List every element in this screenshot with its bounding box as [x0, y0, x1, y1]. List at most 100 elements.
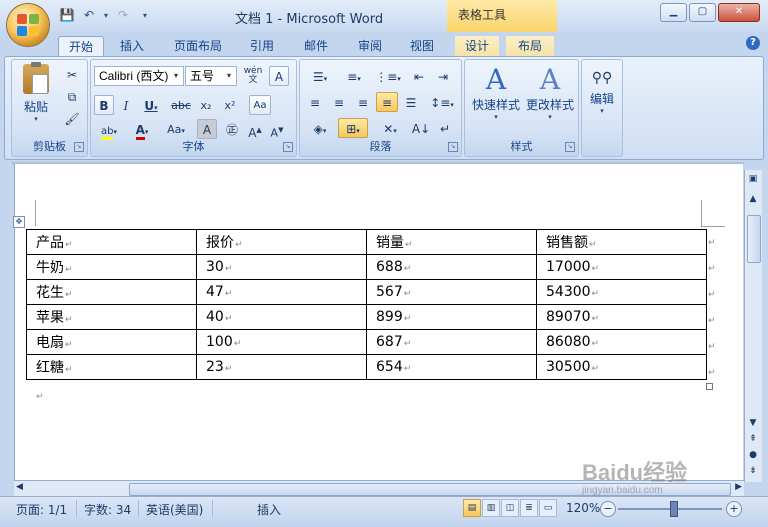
tab-insert[interactable]: 插入	[112, 36, 152, 57]
draft-icon[interactable]: ▭	[539, 499, 557, 517]
table-cell[interactable]: 苹果↵	[26, 304, 197, 330]
table-cell[interactable]: 687↵	[366, 329, 537, 355]
phonetic-guide-icon[interactable]: wén 文	[241, 66, 265, 86]
table-resize-handle[interactable]	[706, 383, 713, 390]
tab-view[interactable]: 视图	[402, 36, 442, 57]
table-cell[interactable]: 30↵	[196, 254, 367, 280]
tab-page-layout[interactable]: 页面布局	[168, 36, 228, 57]
tab-design[interactable]: 设计	[455, 36, 499, 57]
italic-icon[interactable]: I	[116, 95, 136, 115]
language-indicator[interactable]: 英语(美国)	[146, 501, 203, 518]
table-cell[interactable]: 30500↵	[536, 354, 707, 380]
ruler-toggle-icon[interactable]: ▣	[747, 172, 759, 186]
line-spacing-icon[interactable]: ↕≡▾	[428, 92, 456, 112]
superscript-icon[interactable]: x²	[219, 95, 241, 115]
vertical-scrollbar[interactable]: ▣ ▲ ▼ ⇞ ● ⇟	[744, 170, 762, 482]
undo-dropdown-icon[interactable]: ▾	[102, 7, 110, 24]
character-border-icon[interactable]: A	[269, 66, 289, 86]
table-cell[interactable]: 89070↵	[536, 304, 707, 330]
table-cell[interactable]: 40↵	[196, 304, 367, 330]
font-name-dropdown-icon[interactable]: ▾	[170, 68, 182, 84]
help-icon[interactable]: ?	[746, 36, 760, 50]
shrink-font-icon[interactable]: A▼	[267, 119, 287, 140]
format-painter-icon[interactable]: 🖌	[62, 108, 82, 128]
table-cell[interactable]: 688↵	[366, 254, 537, 280]
outline-icon[interactable]: ≣	[520, 499, 538, 517]
zoom-out-icon[interactable]: −	[600, 501, 616, 517]
bullets-icon[interactable]: ☰▾	[304, 66, 336, 86]
table-cell[interactable]: 红糖↵	[26, 354, 197, 380]
previous-page-icon[interactable]: ⇞	[747, 432, 759, 446]
header-cell[interactable]: 销量↵	[366, 229, 537, 255]
paragraph-launcher-icon[interactable]: ↘	[448, 142, 458, 152]
zoom-level[interactable]: 120%	[566, 501, 600, 515]
align-right-icon[interactable]: ≡	[352, 92, 374, 112]
redo-icon[interactable]: ↷	[114, 7, 132, 24]
cut-icon[interactable]: ✂	[62, 64, 82, 84]
decrease-indent-icon[interactable]: ⇤	[408, 66, 430, 86]
font-size-dropdown-icon[interactable]: ▾	[223, 68, 235, 84]
increase-indent-icon[interactable]: ⇥	[432, 66, 454, 86]
save-icon[interactable]: 💾	[58, 7, 76, 24]
tab-review[interactable]: 审阅	[350, 36, 390, 57]
strikethrough-icon[interactable]: abc	[169, 95, 193, 115]
maximize-button[interactable]: ▢	[689, 3, 716, 22]
scroll-right-icon[interactable]: ▶	[735, 482, 742, 492]
table-cell[interactable]: 23↵	[196, 354, 367, 380]
undo-icon[interactable]: ↶	[80, 7, 98, 24]
table-move-handle-icon[interactable]: ✥	[13, 216, 25, 228]
font-launcher-icon[interactable]: ↘	[283, 142, 293, 152]
header-cell[interactable]: 报价↵	[196, 229, 367, 255]
multilevel-list-icon[interactable]: ⋮≡▾	[372, 66, 404, 86]
table-cell[interactable]: 电扇↵	[26, 329, 197, 355]
zoom-slider-knob[interactable]	[670, 501, 678, 517]
table-cell[interactable]: 花生↵	[26, 279, 197, 305]
print-layout-icon[interactable]: ▤	[463, 499, 481, 517]
table-cell[interactable]: 17000↵	[536, 254, 707, 280]
office-button[interactable]	[7, 4, 49, 46]
table-cell[interactable]: 47↵	[196, 279, 367, 305]
zoom-in-icon[interactable]: +	[726, 501, 742, 517]
scroll-up-icon[interactable]: ▲	[747, 192, 759, 206]
table-cell[interactable]: 899↵	[366, 304, 537, 330]
align-left-icon[interactable]: ≡	[304, 92, 326, 112]
styles-launcher-icon[interactable]: ↘	[565, 142, 575, 152]
header-cell[interactable]: 销售额↵	[536, 229, 707, 255]
table-cell[interactable]: 牛奶↵	[26, 254, 197, 280]
web-layout-icon[interactable]: ◫	[501, 499, 519, 517]
font-size-combo[interactable]: 五号 ▾	[185, 66, 237, 86]
editing-button[interactable]: ⚲⚲ 编辑 ▾	[584, 66, 620, 115]
word-count[interactable]: 字数: 34	[84, 501, 131, 518]
quick-styles-button[interactable]: A 快速样式 ▾	[469, 64, 523, 122]
font-name-combo[interactable]: Calibri (西文) ▾	[94, 66, 184, 86]
page-count[interactable]: 页面: 1/1	[16, 501, 67, 518]
table-cell[interactable]: 567↵	[366, 279, 537, 305]
text-highlight-color-icon[interactable]: ab▾	[94, 119, 124, 140]
shading-icon[interactable]: ◈▾	[304, 118, 336, 138]
tab-references[interactable]: 引用	[242, 36, 282, 57]
table-cell[interactable]: 654↵	[366, 354, 537, 380]
subscript-icon[interactable]: x₂	[195, 95, 217, 115]
insert-mode-indicator[interactable]: 插入	[257, 501, 281, 518]
enclose-characters-icon[interactable]: ㊣	[221, 119, 243, 139]
qat-customize-icon[interactable]: ▾	[136, 7, 154, 24]
table-cell[interactable]: 100↵	[196, 329, 367, 355]
table-cell[interactable]: 54300↵	[536, 279, 707, 305]
copy-icon[interactable]: ⧉	[62, 86, 82, 106]
close-button[interactable]: ✕	[718, 3, 760, 22]
scroll-left-icon[interactable]: ◀	[16, 482, 23, 492]
show-formatting-marks-icon[interactable]: ↵	[434, 118, 456, 138]
next-page-icon[interactable]: ⇟	[747, 464, 759, 478]
paste-button[interactable]: 粘贴 ▾	[18, 62, 54, 123]
distributed-icon[interactable]: ☰	[400, 92, 422, 112]
bold-icon[interactable]: B	[94, 95, 114, 115]
tab-layout[interactable]: 布局	[506, 36, 554, 57]
tab-mailings[interactable]: 邮件	[296, 36, 336, 57]
font-color-icon[interactable]: A▾	[128, 119, 156, 140]
numbering-icon[interactable]: ≡▾	[338, 66, 370, 86]
change-case-icon[interactable]: Aa▾	[161, 119, 191, 139]
align-center-icon[interactable]: ≡	[328, 92, 350, 112]
character-shading-icon[interactable]: A	[197, 119, 217, 139]
justify-icon[interactable]: ≡	[376, 92, 398, 112]
chinese-layout-icon[interactable]: ✕▾	[374, 118, 406, 138]
